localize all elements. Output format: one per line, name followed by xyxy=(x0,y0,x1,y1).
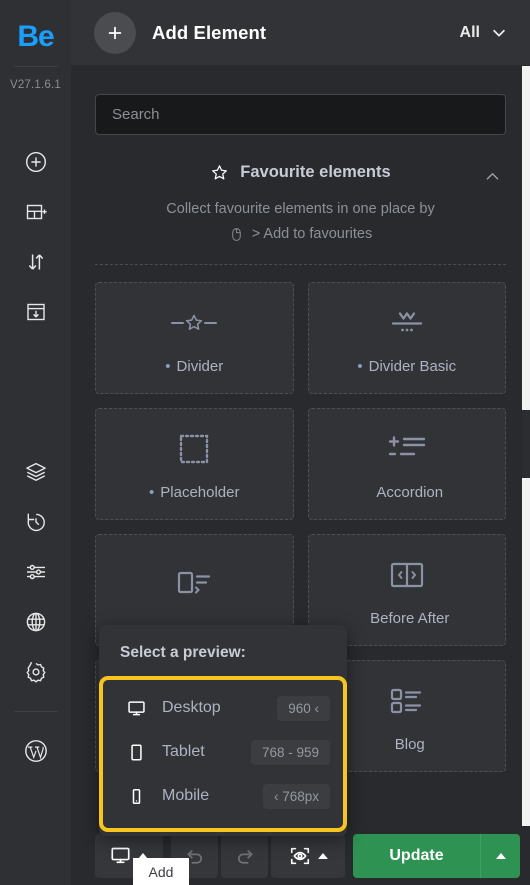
preview-option-tablet[interactable]: Tablet 768 - 959 xyxy=(103,730,343,774)
element-card-title: Placeholder xyxy=(160,483,240,501)
pro-bullet: • xyxy=(165,357,171,375)
pro-bullet: • xyxy=(357,357,363,375)
preview-options-highlighted: Desktop 960 ‹ Tablet 768 - 959 Mobile ‹ … xyxy=(99,676,347,832)
search-input[interactable] xyxy=(95,94,506,135)
add-section-icon[interactable] xyxy=(0,187,71,237)
top-bar: Add Element All xyxy=(71,0,530,66)
page-title: Add Element xyxy=(152,21,267,43)
element-card-label: • Divider Basic xyxy=(357,358,456,375)
element-card-label: Before After xyxy=(364,610,449,627)
preview-option-label: Desktop xyxy=(162,699,221,716)
element-card-title: Divider Basic xyxy=(368,357,457,375)
scrollbar-thumb[interactable] xyxy=(522,410,530,478)
element-card-title: Divider xyxy=(176,357,224,375)
caret-up-icon xyxy=(495,852,506,859)
add-to-favourites-link[interactable]: > Add to favourites xyxy=(252,224,373,245)
update-button-group: Update xyxy=(353,833,520,878)
preview-option-desktop[interactable]: Desktop 960 ‹ xyxy=(103,686,343,730)
plus-icon[interactable] xyxy=(94,11,136,54)
scrollbar-track[interactable] xyxy=(522,66,530,826)
accordion-icon xyxy=(386,428,428,470)
import-window-icon[interactable] xyxy=(0,287,71,337)
gear-icon[interactable] xyxy=(0,647,71,697)
element-card-title: Accordion xyxy=(376,483,444,501)
divider-star-icon xyxy=(170,302,218,344)
favourites-title: Favourite elements xyxy=(240,163,391,181)
update-button[interactable]: Update xyxy=(353,833,480,878)
left-rail: Be V27.1.6.1 xyxy=(0,0,71,885)
element-card-placeholder[interactable]: • Placeholder xyxy=(95,408,294,521)
preview-button[interactable] xyxy=(271,833,345,878)
placeholder-icon xyxy=(176,428,212,470)
preview-option-mobile[interactable]: Mobile ‹ 768px xyxy=(103,774,343,818)
filter-dropdown[interactable]: All xyxy=(460,24,512,42)
pro-bullet: • xyxy=(149,483,155,501)
element-card-divider[interactable]: • Divider xyxy=(95,282,294,395)
popup-title: Select a preview: xyxy=(120,644,246,661)
sort-updown-icon[interactable] xyxy=(0,237,71,287)
section-divider xyxy=(95,264,506,266)
globe-icon[interactable] xyxy=(0,597,71,647)
element-card-title: Before After xyxy=(370,609,450,627)
element-card-divider-basic[interactable]: • Divider Basic xyxy=(307,282,506,395)
rail-divider-bottom xyxy=(13,711,58,712)
tablet-icon xyxy=(124,743,148,762)
desktop-icon xyxy=(110,845,131,866)
mouse-icon xyxy=(229,226,244,243)
wordpress-icon[interactable] xyxy=(0,726,71,776)
filter-label: All xyxy=(459,23,480,41)
add-circle-icon[interactable] xyxy=(0,137,71,187)
element-card-label: • Divider xyxy=(165,358,223,375)
app-logo: Be xyxy=(17,20,54,53)
preview-option-badge: ‹ 768px xyxy=(262,783,330,809)
favourites-description-line1: Collect favourite elements in one place … xyxy=(166,201,435,217)
preview-option-label: Mobile xyxy=(162,787,210,804)
element-card-title: Blog xyxy=(394,735,425,753)
element-card-label: Accordion xyxy=(370,484,443,501)
chevron-up-icon[interactable] xyxy=(483,167,502,191)
chevron-down-icon xyxy=(490,24,508,42)
rail-group-top xyxy=(0,137,71,337)
star-icon xyxy=(210,163,229,182)
divider-basic-icon xyxy=(385,302,429,344)
sliders-icon[interactable] xyxy=(0,547,71,597)
preview-selector-popup: Select a preview: Desktop 960 ‹ Tablet 7… xyxy=(99,625,347,836)
before-after-icon xyxy=(388,554,426,596)
element-card-accordion[interactable]: Accordion xyxy=(307,408,506,521)
eye-frame-icon xyxy=(289,845,311,867)
rail-divider-top xyxy=(13,66,58,67)
desktop-icon xyxy=(124,699,148,718)
preview-option-label: Tablet xyxy=(162,743,205,760)
version-label: V27.1.6.1 xyxy=(9,79,62,91)
preview-option-badge: 960 ‹ xyxy=(277,695,330,721)
media-list-icon xyxy=(172,562,216,604)
history-revert-icon[interactable] xyxy=(0,497,71,547)
favourites-description: Collect favourite elements in one place … xyxy=(95,199,506,245)
element-card-label: • Placeholder xyxy=(149,484,239,501)
favourites-header[interactable]: Favourite elements xyxy=(95,163,506,182)
tooltip-add: Add xyxy=(133,858,189,885)
update-options-button[interactable] xyxy=(480,833,520,878)
layers-icon[interactable] xyxy=(0,447,71,497)
blog-list-icon xyxy=(386,680,428,722)
rail-group-bottom xyxy=(0,726,71,776)
rail-group-mid xyxy=(0,447,71,697)
redo-button[interactable] xyxy=(221,833,268,878)
element-card-label: Blog xyxy=(389,736,425,753)
mobile-icon xyxy=(124,787,148,806)
redo-icon xyxy=(234,845,256,867)
caret-up-icon xyxy=(317,852,328,859)
preview-option-badge: 768 - 959 xyxy=(250,739,330,765)
